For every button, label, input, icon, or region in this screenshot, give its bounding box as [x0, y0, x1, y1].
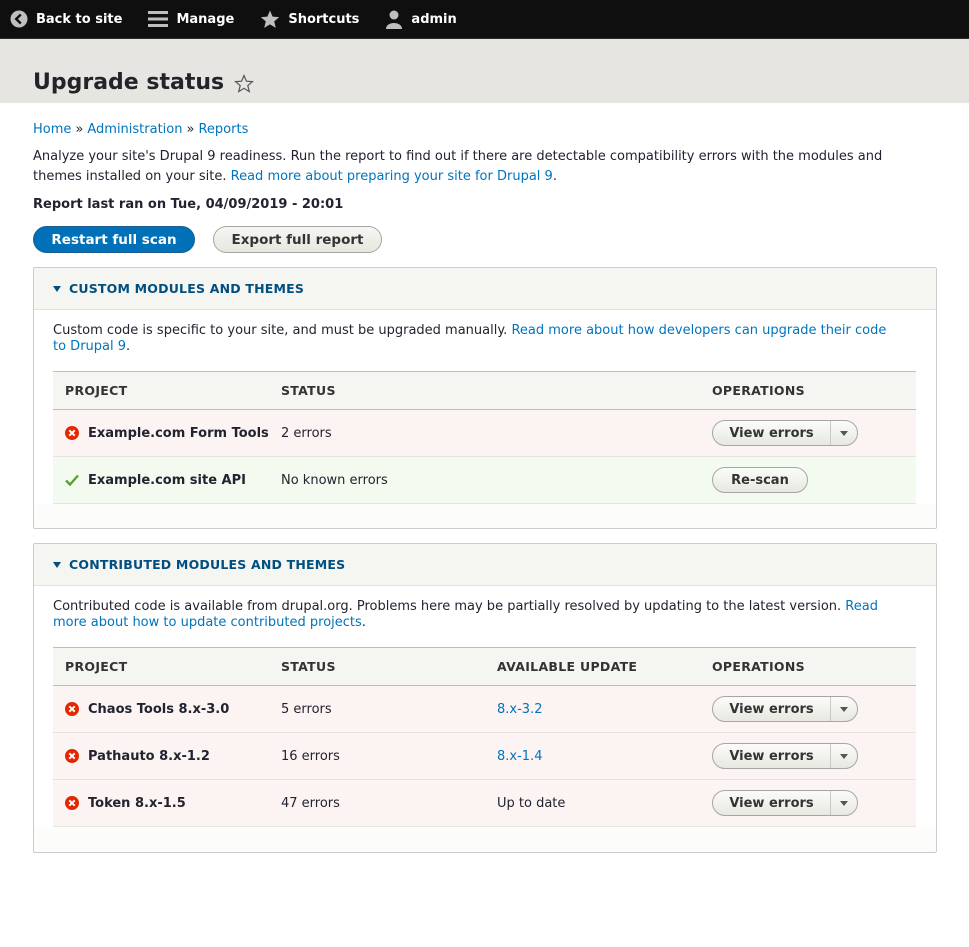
available-update-text: Up to date [497, 795, 566, 811]
custom-modules-body: Custom code is specific to your site, an… [34, 310, 936, 504]
operations-column-header: OPERATIONS [712, 383, 805, 398]
project-column-header: PROJECT [65, 659, 128, 674]
project-name: Token 8.x-1.5 [88, 795, 186, 811]
view-errors-dropbutton: View errors [712, 790, 858, 816]
error-icon [65, 749, 79, 763]
back-to-site-link[interactable]: Back to site [10, 10, 122, 28]
view-errors-button[interactable]: View errors [713, 421, 831, 445]
report-actions: Restart full scan Export full report [33, 226, 936, 253]
table-row: Pathauto 8.x-1.2 16 errors 8.x-1.4 View … [53, 732, 916, 780]
custom-modules-table: PROJECT STATUS OPERATIONS Example.com Fo… [53, 371, 916, 504]
shortcuts-tab[interactable]: Shortcuts [260, 10, 359, 29]
export-full-report-button[interactable]: Export full report [213, 226, 382, 253]
contrib-modules-description: Contributed code is available from drupa… [53, 599, 878, 630]
breadcrumb-home[interactable]: Home [33, 122, 71, 137]
breadcrumb-administration[interactable]: Administration [87, 122, 182, 137]
project-status: 47 errors [281, 795, 340, 811]
page-title-text: Upgrade status [33, 70, 225, 95]
view-errors-dropbutton: View errors [712, 420, 858, 446]
table-row: Chaos Tools 8.x-3.0 5 errors 8.x-3.2 Vie… [53, 685, 916, 733]
re-scan-button[interactable]: Re-scan [712, 467, 808, 493]
project-name: Example.com site API [88, 472, 246, 488]
dropbutton-toggle[interactable] [831, 421, 857, 445]
intro-text: Analyze your site's Drupal 9 readiness. … [33, 149, 883, 184]
user-label: admin [411, 11, 457, 27]
dropbutton-toggle[interactable] [831, 791, 857, 815]
triangle-down-icon [53, 285, 61, 292]
custom-modules-summary[interactable]: CUSTOM MODULES AND THEMES [34, 268, 936, 310]
project-status: 2 errors [281, 425, 332, 441]
view-errors-button[interactable]: View errors [713, 791, 831, 815]
table-row: Example.com Form Tools 2 errors View err… [53, 409, 916, 457]
error-icon [65, 796, 79, 810]
page-header: Upgrade status [0, 39, 969, 103]
hamburger-icon [148, 11, 169, 27]
shortcuts-label: Shortcuts [288, 11, 360, 27]
project-status: 5 errors [281, 701, 332, 717]
add-shortcut-star-icon[interactable] [234, 73, 255, 93]
table-row: Example.com site API No known errors Re-… [53, 456, 916, 504]
view-errors-button[interactable]: View errors [713, 697, 831, 721]
available-update-link[interactable]: 8.x-3.2 [497, 702, 542, 717]
page-title: Upgrade status [33, 70, 969, 95]
contrib-modules-table: PROJECT STATUS AVAILABLE UPDATE OPERATIO… [53, 647, 916, 827]
checkmark-icon [65, 474, 79, 486]
caret-down-icon [840, 753, 848, 759]
breadcrumb-reports[interactable]: Reports [198, 122, 248, 137]
custom-modules-description: Custom code is specific to your site, an… [53, 323, 887, 354]
project-name: Chaos Tools 8.x-3.0 [88, 701, 230, 717]
view-errors-dropbutton: View errors [712, 743, 858, 769]
contrib-modules-title: CONTRIBUTED MODULES AND THEMES [69, 557, 346, 572]
status-column-header: STATUS [281, 383, 336, 398]
contrib-modules-body: Contributed code is available from drupa… [34, 586, 936, 827]
contrib-modules-summary[interactable]: CONTRIBUTED MODULES AND THEMES [34, 544, 936, 586]
manage-tab[interactable]: Manage [148, 10, 234, 28]
last-run-text: Report last ran on Tue, 04/09/2019 - 20:… [33, 197, 344, 212]
available-update-column-header: AVAILABLE UPDATE [497, 659, 638, 674]
contrib-modules-panel: CONTRIBUTED MODULES AND THEMES Contribut… [33, 543, 937, 853]
dropbutton-toggle[interactable] [831, 744, 857, 768]
error-icon [65, 702, 79, 716]
error-icon [65, 426, 79, 440]
caret-down-icon [840, 706, 848, 712]
star-icon [261, 10, 280, 28]
view-errors-button[interactable]: View errors [713, 744, 831, 768]
table-header-row: PROJECT STATUS OPERATIONS [53, 371, 916, 410]
caret-down-icon [840, 800, 848, 806]
preparing-drupal9-link[interactable]: Read more about preparing your site for … [231, 169, 553, 184]
user-tab[interactable]: admin [385, 10, 457, 29]
triangle-down-icon [53, 561, 61, 568]
view-errors-dropbutton: View errors [712, 696, 858, 722]
custom-desc-text: Custom code is specific to your site, an… [53, 323, 508, 338]
custom-modules-title: CUSTOM MODULES AND THEMES [69, 281, 305, 296]
project-column-header: PROJECT [65, 383, 128, 398]
project-status: No known errors [281, 472, 388, 488]
project-name: Pathauto 8.x-1.2 [88, 748, 210, 764]
back-arrow-icon [10, 10, 28, 28]
project-name: Example.com Form Tools [88, 425, 269, 441]
user-icon [386, 10, 403, 29]
manage-label: Manage [176, 11, 235, 27]
project-status: 16 errors [281, 748, 340, 764]
back-to-site-label: Back to site [36, 11, 123, 27]
available-update-link[interactable]: 8.x-1.4 [497, 749, 542, 764]
operations-column-header: OPERATIONS [712, 659, 805, 674]
status-column-header: STATUS [281, 659, 336, 674]
admin-toolbar: Back to site Manage Shortcuts admin [0, 0, 969, 39]
caret-down-icon [840, 430, 848, 436]
restart-full-scan-button[interactable]: Restart full scan [33, 226, 195, 253]
dropbutton-toggle[interactable] [831, 697, 857, 721]
breadcrumb: Home» Administration» Reports [33, 122, 249, 137]
custom-modules-panel: CUSTOM MODULES AND THEMES Custom code is… [33, 267, 937, 529]
contrib-desc-text: Contributed code is available from drupa… [53, 599, 842, 614]
table-row: Token 8.x-1.5 47 errors Up to date View … [53, 779, 916, 827]
table-header-row: PROJECT STATUS AVAILABLE UPDATE OPERATIO… [53, 647, 916, 686]
